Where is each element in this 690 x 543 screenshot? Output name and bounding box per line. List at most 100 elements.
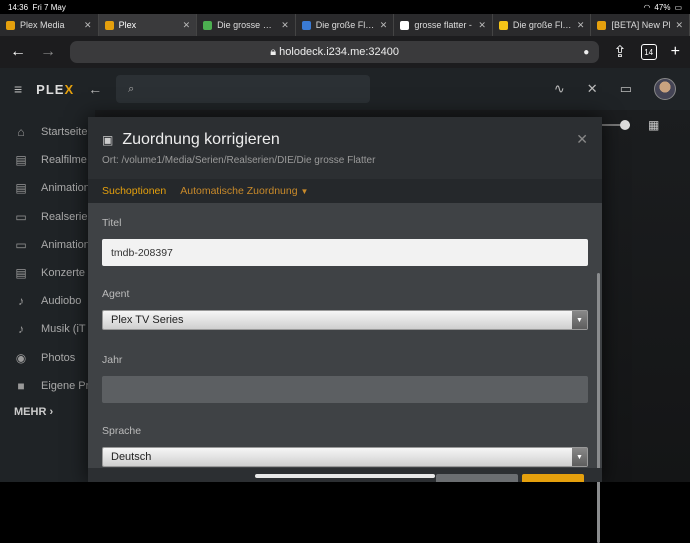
- language-label: Sprache: [102, 425, 588, 437]
- back-icon[interactable]: ←: [88, 81, 102, 97]
- microphone-icon[interactable]: ●: [583, 47, 589, 58]
- search-icon: ⌕: [128, 83, 134, 96]
- browser-tab[interactable]: [BETA] New Pl✕: [591, 14, 690, 36]
- search-input[interactable]: ⌕: [116, 75, 370, 103]
- sidebar-item-label: Photos: [41, 352, 75, 364]
- music-icon: ♪: [13, 294, 29, 308]
- forward-arrow-icon[interactable]: →: [40, 43, 56, 61]
- select-arrow-icon: ▼: [572, 448, 587, 466]
- address-bar[interactable]: 🔒︎ holodeck.i234.me:32400 ●: [70, 41, 599, 63]
- back-arrow-icon[interactable]: ←: [10, 43, 26, 61]
- search-button[interactable]: [522, 474, 584, 482]
- favicon-icon: [400, 21, 409, 30]
- hamburger-menu-icon[interactable]: ≡: [14, 81, 22, 97]
- sidebar-item[interactable]: ▤Animation: [0, 174, 95, 202]
- share-icon[interactable]: ⇪: [613, 42, 626, 62]
- battery-percent: 47%: [654, 3, 670, 12]
- dialog-scrollbar[interactable]: [597, 273, 600, 543]
- status-bar: 14:36 Fri 7 May ◠ 47% ▭: [0, 0, 690, 14]
- close-tab-icon[interactable]: ✕: [84, 20, 92, 31]
- new-tab-icon[interactable]: +: [671, 43, 680, 61]
- favicon-icon: [203, 21, 212, 30]
- sidebar-item[interactable]: ▭ Animation: [0, 231, 95, 259]
- status-time: 14:36: [8, 3, 28, 12]
- tab-title: Plex Media: [20, 20, 79, 30]
- browser-tab[interactable]: Die grosse Flatt ✕: [197, 14, 296, 36]
- tab-title: Plex: [119, 20, 178, 30]
- home-indicator: [255, 474, 435, 478]
- fix-match-dialog: ▣ Zuordnung korrigieren Ort: /volume1/Me…: [88, 117, 602, 482]
- logo-accent: X: [64, 82, 74, 97]
- agent-label: Agent: [102, 288, 588, 300]
- language-value: Deutsch: [111, 451, 151, 463]
- sidebar-item[interactable]: ♪Audiobo: [0, 287, 95, 315]
- tab-search-options[interactable]: Suchoptionen: [102, 185, 166, 197]
- sidebar-item[interactable]: ⌂Startseite: [0, 118, 95, 146]
- title-input[interactable]: tmdb-208397: [102, 239, 588, 266]
- tab-title: Die große Flatt: [316, 20, 375, 30]
- chevron-down-icon: ▼: [300, 187, 308, 196]
- sidebar-item[interactable]: ▭Realserien: [0, 203, 95, 231]
- browser-tab[interactable]: Die große Flatt ✕: [296, 14, 395, 36]
- avatar[interactable]: [654, 78, 676, 100]
- close-tab-icon[interactable]: ✕: [478, 20, 486, 31]
- video-icon: ■: [13, 379, 29, 393]
- browser-tab-strip: Plex Media✕Plex✕Die grosse Flatt✕Die gro…: [0, 14, 690, 36]
- status-date: Fri 7 May: [32, 3, 65, 12]
- close-tab-icon[interactable]: ✕: [577, 20, 585, 31]
- dialog-path: Ort: /volume1/Media/Serien/Realserien/DI…: [102, 155, 588, 166]
- language-select[interactable]: Deutsch ▼: [102, 447, 588, 467]
- browser-tab[interactable]: Plex Media ✕: [0, 14, 99, 36]
- tab-count-button[interactable]: 14: [641, 44, 657, 60]
- sidebar-item[interactable]: ▤Realfilme: [0, 146, 95, 174]
- tab-auto-match-label: Automatische Zuordnung: [180, 185, 297, 197]
- agent-select[interactable]: Plex TV Series ▼: [102, 310, 588, 330]
- film-icon: ▤: [13, 266, 29, 280]
- sidebar-item-label: Animation: [41, 239, 90, 251]
- close-tab-icon[interactable]: ✕: [380, 20, 388, 31]
- dialog-title: Zuordnung korrigieren: [122, 131, 279, 149]
- plex-logo[interactable]: PLEX: [36, 82, 74, 97]
- year-label: Jahr: [102, 354, 588, 366]
- sidebar-item-label: Konzerte: [41, 267, 85, 279]
- lock-icon: 🔒︎: [270, 46, 279, 59]
- browser-tab[interactable]: Die große Flatt ✕: [493, 14, 592, 36]
- sidebar-item[interactable]: ♪Musik (iT: [0, 315, 95, 343]
- match-icon: ▣: [102, 133, 113, 147]
- browser-tab[interactable]: grosse flatter -✕: [394, 14, 493, 36]
- tab-auto-match[interactable]: Automatische Zuordnung ▼: [180, 185, 308, 197]
- favicon-icon: [597, 21, 606, 30]
- settings-tools-icon[interactable]: ✕: [587, 81, 598, 97]
- tab-title: Die große Flatt: [513, 20, 572, 30]
- cancel-button[interactable]: [436, 474, 518, 482]
- browser-tab[interactable]: Plex ✕: [99, 14, 198, 36]
- wifi-icon: ◠: [643, 3, 650, 12]
- title-label: Titel: [102, 217, 588, 229]
- close-tab-icon[interactable]: ✕: [183, 20, 191, 31]
- tv-icon: ▭: [13, 238, 29, 252]
- close-tab-icon[interactable]: ✕: [281, 20, 289, 31]
- grid-view-icon[interactable]: ▦: [648, 118, 659, 132]
- activity-icon[interactable]: ∿: [554, 81, 565, 97]
- sidebar-item-label: Startseite: [41, 126, 87, 138]
- camera-icon: ◉: [13, 351, 29, 365]
- close-icon[interactable]: ✕: [576, 131, 588, 148]
- zoom-slider[interactable]: [600, 124, 630, 126]
- logo-text: PLE: [36, 82, 64, 97]
- cast-icon[interactable]: ▭: [620, 81, 632, 97]
- more-link[interactable]: MEHR ›: [0, 406, 95, 418]
- favicon-icon: [302, 21, 311, 30]
- tab-title: Die grosse Flatt: [217, 20, 276, 30]
- close-tab-icon[interactable]: ✕: [676, 20, 684, 31]
- year-input[interactable]: [102, 376, 588, 403]
- sidebar-item[interactable]: ◉ Photos: [0, 344, 95, 372]
- sidebar-item-label: Eigene Pr: [41, 380, 89, 392]
- sidebar-item-label: Animation: [41, 182, 90, 194]
- favicon-icon: [105, 21, 114, 30]
- sidebar-item[interactable]: ■ Eigene Pr: [0, 372, 95, 400]
- dialog-body: Titel tmdb-208397 Agent Plex TV Series ▼…: [88, 203, 602, 482]
- sidebar-item-label: Realserien: [41, 211, 94, 223]
- dialog-tabs: Suchoptionen Automatische Zuordnung ▼: [88, 179, 602, 203]
- sidebar-item[interactable]: ▤ Konzerte: [0, 259, 95, 287]
- browser-toolbar: ← → 🔒︎ holodeck.i234.me:32400 ● ⇪ 14 +: [0, 36, 690, 68]
